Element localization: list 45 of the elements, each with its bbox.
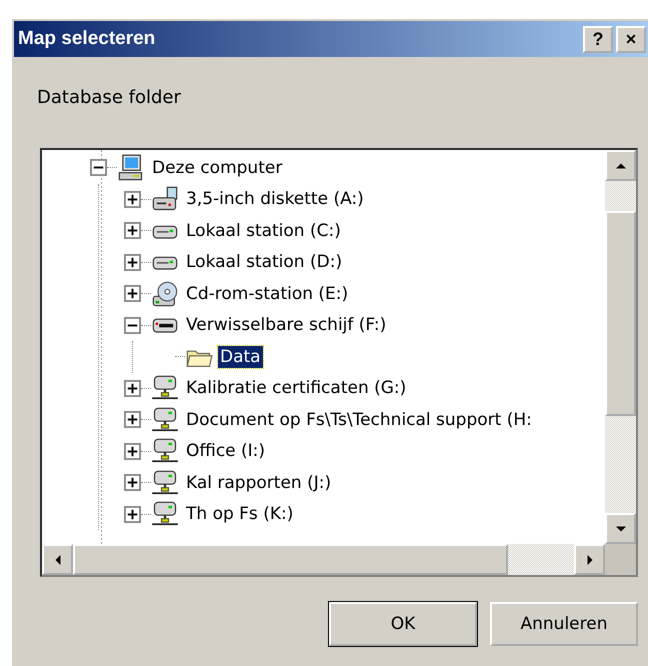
scroll-right-button[interactable] [574,544,605,575]
expand-toggle[interactable] [124,254,141,271]
scroll-up-button[interactable] [605,150,636,181]
ok-button[interactable]: OK [329,602,477,646]
network-drive-icon [151,406,179,434]
expand-toggle[interactable] [124,190,141,208]
computer-icon [117,154,145,182]
tree-item[interactable]: Data [218,346,263,368]
expand-toggle[interactable] [124,442,141,460]
tree-item[interactable]: Cd-rom-station (E:) [184,282,350,305]
right-arrow-icon [584,554,594,564]
tree-item[interactable]: Document op Fs\Ts\Technical support (H: [184,408,534,431]
collapse-toggle[interactable] [124,316,141,334]
expand-toggle[interactable] [124,285,141,302]
network-drive-icon [151,468,179,497]
tree-item[interactable]: Kalibratie certificaten (G:) [184,377,408,400]
scroll-thumb[interactable] [73,544,508,575]
horizontal-scrollbar[interactable] [42,544,605,575]
scrollbar-corner [605,544,636,575]
tree-item[interactable]: Th op Fs (K:) [184,503,296,526]
tree-item[interactable]: Lokaal station (D:) [184,251,344,274]
close-button[interactable]: × [616,26,646,52]
tree-item[interactable]: Deze computer [150,156,284,179]
expand-toggle[interactable] [124,411,141,428]
tree-item[interactable]: Verwisselbare schijf (F:) [184,314,388,336]
tree-item[interactable]: Office (I:) [184,440,268,462]
vertical-scrollbar[interactable] [605,150,636,544]
help-button[interactable]: ? [583,26,613,52]
expand-toggle[interactable] [124,222,141,240]
expand-toggle[interactable] [124,506,141,523]
tree-item[interactable]: Lokaal station (C:) [184,220,343,242]
tree-item[interactable]: 3,5-inch diskette (A:) [184,188,366,210]
scroll-down-button[interactable] [605,513,636,544]
window-title: Map selecteren [18,28,156,50]
expand-toggle[interactable] [124,380,141,397]
down-arrow-icon [616,524,626,534]
tree-item[interactable]: Kal rapporten (J:) [184,472,334,494]
prompt-label: Database folder [37,87,182,108]
up-arrow-icon [616,160,626,170]
scroll-thumb[interactable] [605,211,636,416]
expand-toggle[interactable] [124,474,141,492]
scroll-left-button[interactable] [42,544,73,575]
cd-drive-icon [151,280,179,308]
collapse-toggle[interactable] [90,159,107,176]
cancel-button[interactable]: Annuleren [490,602,638,646]
